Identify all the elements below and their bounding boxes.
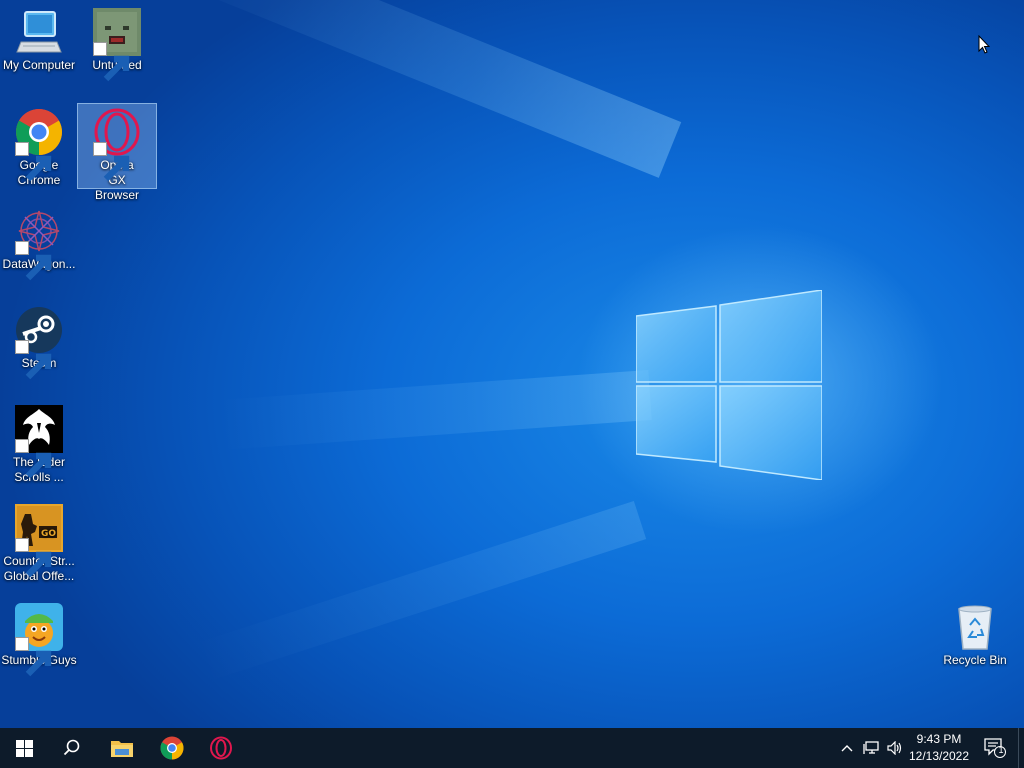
windows-logo-icon xyxy=(15,739,33,757)
shortcut-arrow-icon xyxy=(15,439,52,479)
elder-scrolls-icon xyxy=(15,405,63,479)
taskbar: 9:43 PM 12/13/2022 1 xyxy=(0,728,1024,768)
icon-label: My Computer xyxy=(2,58,76,72)
desktop-icon-opera-gx[interactable]: Opera GX Browser xyxy=(77,103,157,202)
shortcut-arrow-icon xyxy=(93,142,130,182)
desktop-icon-unturned[interactable]: Unturned xyxy=(78,4,156,82)
wallpaper-beam xyxy=(176,0,682,178)
chevron-up-icon xyxy=(841,745,853,752)
action-center-button[interactable]: 1 xyxy=(980,728,1010,768)
stumble-guys-icon xyxy=(15,603,63,677)
recycle-bin-icon xyxy=(951,603,999,651)
network-icon xyxy=(863,741,879,754)
show-hidden-icons-button[interactable] xyxy=(836,728,858,768)
search-icon xyxy=(63,739,80,756)
volume-button[interactable] xyxy=(884,728,906,768)
shortcut-arrow-icon xyxy=(15,241,52,281)
desktop-icon-my-computer[interactable]: My Computer xyxy=(0,4,78,73)
wallpaper-windows-logo xyxy=(636,290,822,480)
shortcut-arrow-icon xyxy=(93,42,130,82)
desktop-icon-datawagon[interactable]: DataWagon... xyxy=(0,203,78,281)
steam-icon xyxy=(15,306,63,380)
datawagon-icon xyxy=(15,207,63,281)
desktop-icon-google-chrome[interactable]: Google Chrome xyxy=(0,104,78,188)
desktop-icon-recycle-bin[interactable]: Recycle Bin xyxy=(936,599,1014,668)
mouse-cursor-icon xyxy=(978,35,990,54)
shortcut-arrow-icon xyxy=(15,340,52,380)
clock-date: 12/13/2022 xyxy=(908,749,970,763)
desktop[interactable]: My Computer Unturned Google Chrome Opera… xyxy=(0,0,1024,728)
show-desktop-button[interactable] xyxy=(1018,728,1024,768)
search-button[interactable] xyxy=(48,728,96,768)
wallpaper-beam xyxy=(219,370,652,450)
start-button[interactable] xyxy=(0,728,48,768)
opera-gx-icon xyxy=(210,736,232,760)
csgo-icon: GO xyxy=(15,504,63,578)
svg-text:GO: GO xyxy=(41,529,56,539)
network-button[interactable] xyxy=(860,728,882,768)
taskbar-opera-gx[interactable] xyxy=(197,728,245,768)
desktop-icon-counter-strike[interactable]: GO Counter-Str... Global Offe... xyxy=(0,500,78,584)
wallpaper-beam xyxy=(196,500,647,682)
computer-icon xyxy=(15,8,63,56)
notification-count-badge: 1 xyxy=(998,745,1004,755)
desktop-icon-steam[interactable]: Steam xyxy=(0,302,78,380)
unturned-icon xyxy=(93,8,141,82)
file-explorer-icon xyxy=(111,741,133,757)
icon-label: Recycle Bin xyxy=(943,653,1007,667)
opera-gx-icon xyxy=(93,108,141,182)
taskbar-clock[interactable]: 9:43 PM 12/13/2022 xyxy=(904,731,974,765)
taskbar-chrome[interactable] xyxy=(148,728,196,768)
desktop-icon-stumble-guys[interactable]: Stumble Guys xyxy=(0,599,78,677)
chrome-icon xyxy=(15,108,63,182)
desktop-icon-elder-scrolls[interactable]: The Elder Scrolls ... xyxy=(0,401,78,485)
taskbar-file-explorer[interactable] xyxy=(98,728,146,768)
shortcut-arrow-icon xyxy=(15,637,52,677)
shortcut-arrow-icon xyxy=(15,142,52,182)
speaker-icon xyxy=(887,741,902,755)
clock-time: 9:43 PM xyxy=(916,732,962,746)
chrome-icon xyxy=(160,736,184,760)
shortcut-arrow-icon xyxy=(15,538,52,578)
